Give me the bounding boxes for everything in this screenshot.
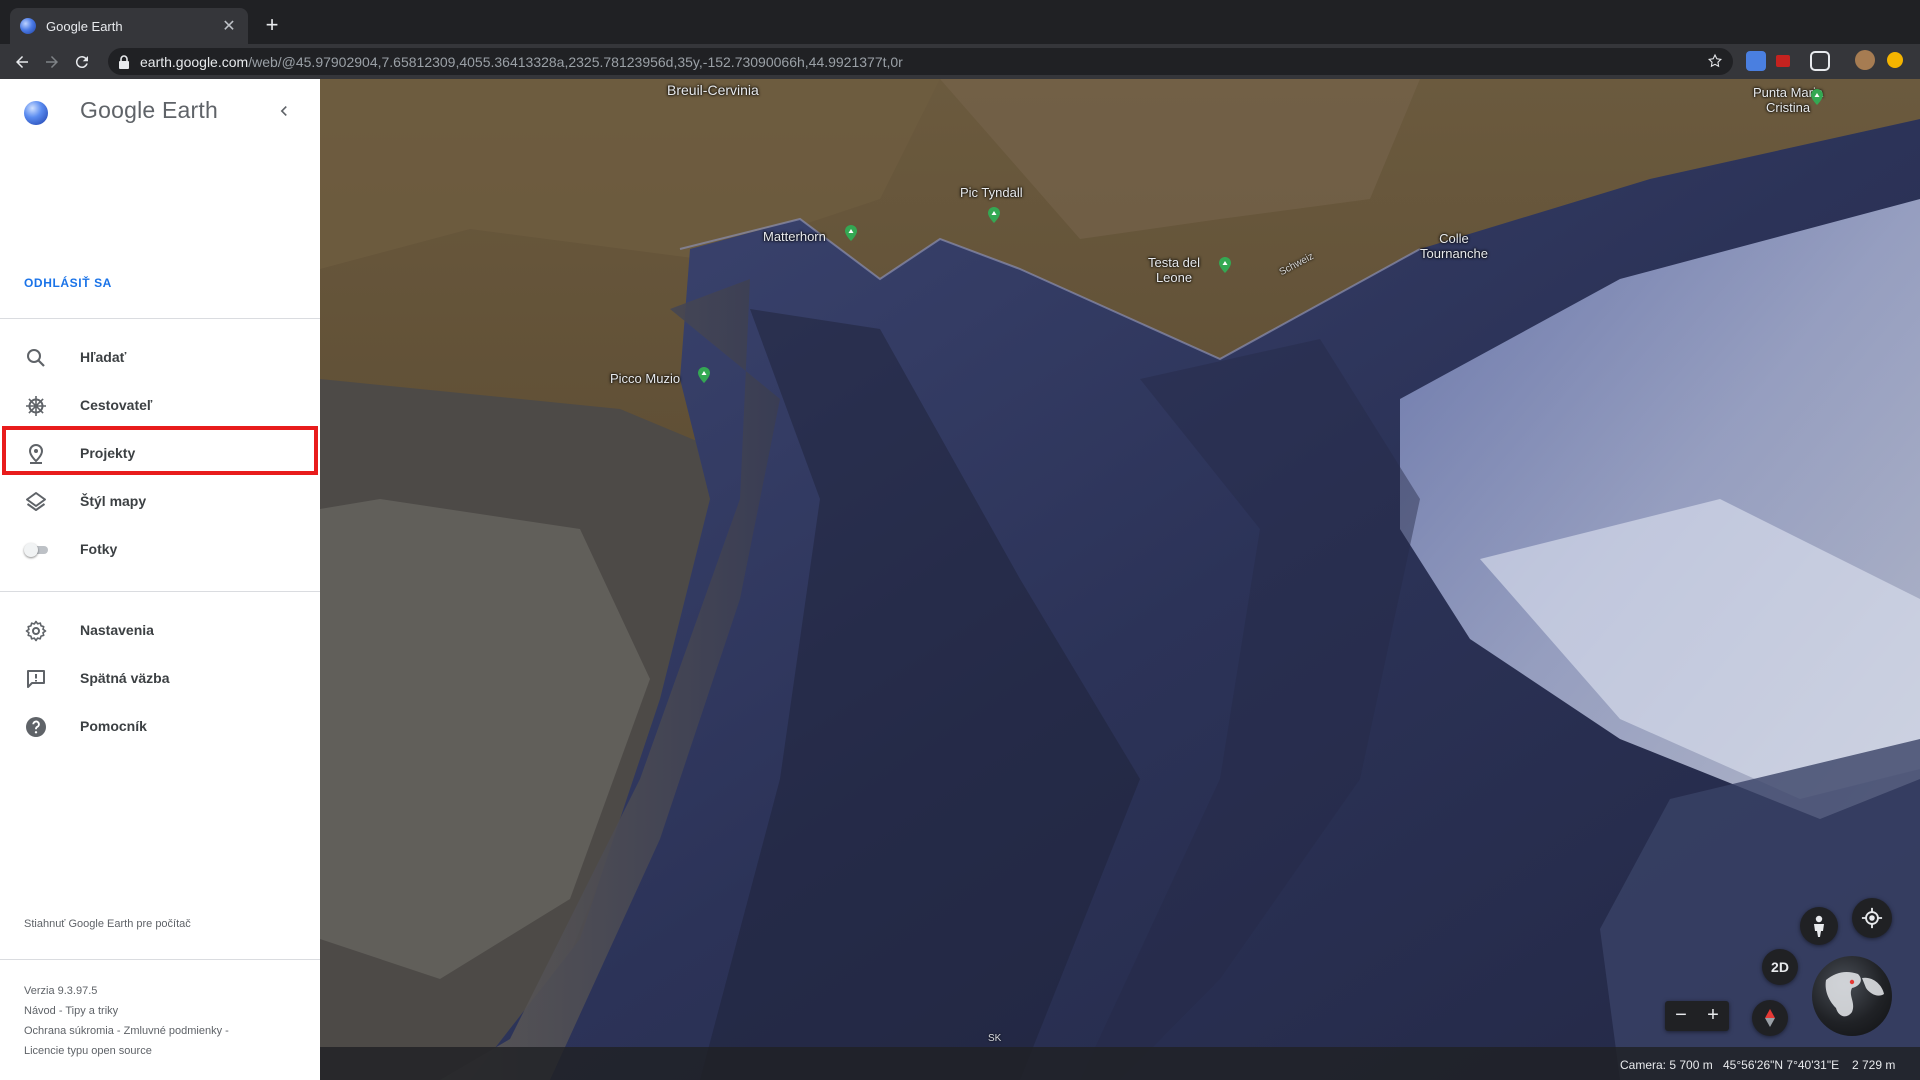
arrow-left-icon — [16, 55, 28, 68]
toggle-knob — [24, 543, 38, 557]
sidebar-item-settings[interactable]: Nastavenia — [0, 607, 320, 655]
browser-toolbar: earth.google.com /web/@45.97902904,7.658… — [0, 44, 1920, 79]
sidebar-item-label: Štýl mapy — [80, 493, 147, 509]
crosshair-icon — [1861, 907, 1883, 929]
tab-title: Google Earth — [46, 18, 123, 34]
footer-links-tips[interactable]: Návod - Tipy a triky — [24, 1005, 118, 1017]
place-label[interactable]: Breuil-Cervinia — [667, 83, 759, 98]
url-host: earth.google.com — [140, 53, 249, 70]
zoom-in-button[interactable]: + — [1697, 1001, 1729, 1031]
version-text: Verzia 9.3.97.5 — [24, 985, 98, 997]
place-label[interactable]: Matterhorn — [763, 229, 826, 244]
divider — [0, 959, 320, 960]
ship-wheel-icon — [26, 396, 46, 416]
sign-out-link[interactable]: ODHLÁSIŤ SA — [24, 276, 112, 290]
status-bar: Camera: 5 700 m 45°56'26"N 7°40'31"E 2 7… — [320, 1047, 1920, 1080]
bookmark-star-icon[interactable] — [1707, 53, 1723, 69]
back-button[interactable] — [8, 48, 36, 76]
reload-button[interactable] — [68, 48, 96, 76]
map-pin-icon[interactable] — [845, 225, 857, 241]
update-indicator-icon[interactable] — [1887, 52, 1903, 68]
gear-icon — [25, 620, 47, 642]
globe-minimap[interactable] — [1812, 956, 1892, 1036]
sidebar: Google Earth ODHLÁSIŤ SA Hľadať Cestovat… — [0, 79, 320, 1080]
sidebar-item-feedback[interactable]: Spätná väzba — [0, 655, 320, 703]
place-label[interactable]: Colle Tournanche — [1420, 231, 1488, 261]
footer-links-privacy[interactable]: Ochrana súkromia - Zmluvné podmienky - — [24, 1025, 229, 1037]
zoom-out-button[interactable]: − — [1665, 1001, 1697, 1031]
sidebar-item-help[interactable]: Pomocník — [0, 703, 320, 751]
new-tab-icon[interactable]: + — [258, 12, 286, 40]
divider — [0, 318, 320, 319]
sidebar-item-label: Fotky — [80, 541, 118, 557]
arrow-right-icon — [46, 55, 58, 68]
compass-button[interactable] — [1752, 1000, 1788, 1036]
language-code: SK — [988, 1033, 1002, 1044]
pocket-extension-icon[interactable] — [1810, 51, 1830, 71]
help-icon — [26, 717, 46, 737]
place-label[interactable]: Testa del Leone — [1148, 255, 1200, 285]
footer-links-licenses[interactable]: Licencie typu open source — [24, 1045, 152, 1057]
forward-button[interactable] — [38, 48, 66, 76]
sidebar-item-label: Spätná väzba — [80, 670, 170, 686]
google-earth-logo-icon — [24, 101, 48, 125]
sidebar-item-search[interactable]: Hľadať — [0, 334, 320, 382]
sidebar-item-label: Nastavenia — [80, 622, 154, 638]
compass-icon — [1765, 1009, 1775, 1027]
my-location-button[interactable] — [1852, 898, 1892, 938]
zoom-control: − + — [1665, 1001, 1729, 1031]
place-label[interactable]: Picco Muzio — [610, 371, 680, 386]
sidebar-item-label: Cestovateľ — [80, 397, 153, 413]
layers-icon — [26, 492, 46, 511]
map-pin-icon[interactable] — [1219, 257, 1231, 273]
projects-highlight-box — [2, 426, 318, 475]
globe-icon — [1825, 972, 1884, 1017]
extension-red-icon[interactable] — [1776, 55, 1790, 67]
collapse-sidebar-icon[interactable] — [274, 101, 294, 121]
feedback-icon — [27, 670, 45, 688]
sidebar-item-voyager[interactable]: Cestovateľ — [0, 382, 320, 430]
browser-tabstrip: Google Earth ✕ + — [0, 0, 1920, 44]
2d-toggle-button[interactable]: 2D — [1762, 949, 1798, 985]
app-logo-text: Google Earth — [80, 97, 218, 123]
sidebar-item-label: Pomocník — [80, 718, 147, 734]
map-view[interactable]: Breuil-Cervinia Punta Maria Cristina Pic… — [320, 79, 1920, 1080]
map-pin-icon[interactable] — [1811, 89, 1823, 105]
place-label[interactable]: Pic Tyndall — [960, 185, 1023, 200]
sidebar-item-photos[interactable]: Fotky — [0, 526, 320, 574]
pegman-button[interactable] — [1800, 907, 1838, 945]
download-earth-link[interactable]: Stiahnuť Google Earth pre počítač — [24, 918, 191, 930]
sidebar-item-label: Hľadať — [80, 349, 127, 365]
browser-tab[interactable]: Google Earth ✕ — [10, 8, 248, 44]
photos-toggle[interactable] — [24, 543, 50, 557]
pegman-icon — [1814, 915, 1824, 937]
divider — [0, 591, 320, 592]
google-earth-favicon-icon — [20, 18, 36, 34]
translate-extension-icon[interactable] — [1746, 51, 1766, 71]
tab-close-icon[interactable]: ✕ — [220, 16, 238, 36]
profile-avatar[interactable] — [1855, 50, 1875, 70]
map-pin-icon[interactable] — [698, 367, 710, 383]
reload-icon — [75, 55, 88, 68]
terrain-imagery — [320, 79, 1920, 1080]
map-pin-icon[interactable] — [988, 207, 1000, 223]
sidebar-item-map-style[interactable]: Štýl mapy — [0, 478, 320, 526]
url-path: /web/@45.97902904,7.65812309,4055.364133… — [248, 53, 903, 70]
address-bar[interactable]: earth.google.com /web/@45.97902904,7.658… — [108, 48, 1733, 75]
elevation: 2 729 m — [1852, 1058, 1896, 1072]
lock-icon — [119, 54, 129, 69]
search-icon — [27, 349, 45, 367]
coordinates: 45°56'26"N 7°40'31"E — [1723, 1058, 1840, 1072]
camera-altitude: Camera: 5 700 m — [1620, 1058, 1713, 1072]
